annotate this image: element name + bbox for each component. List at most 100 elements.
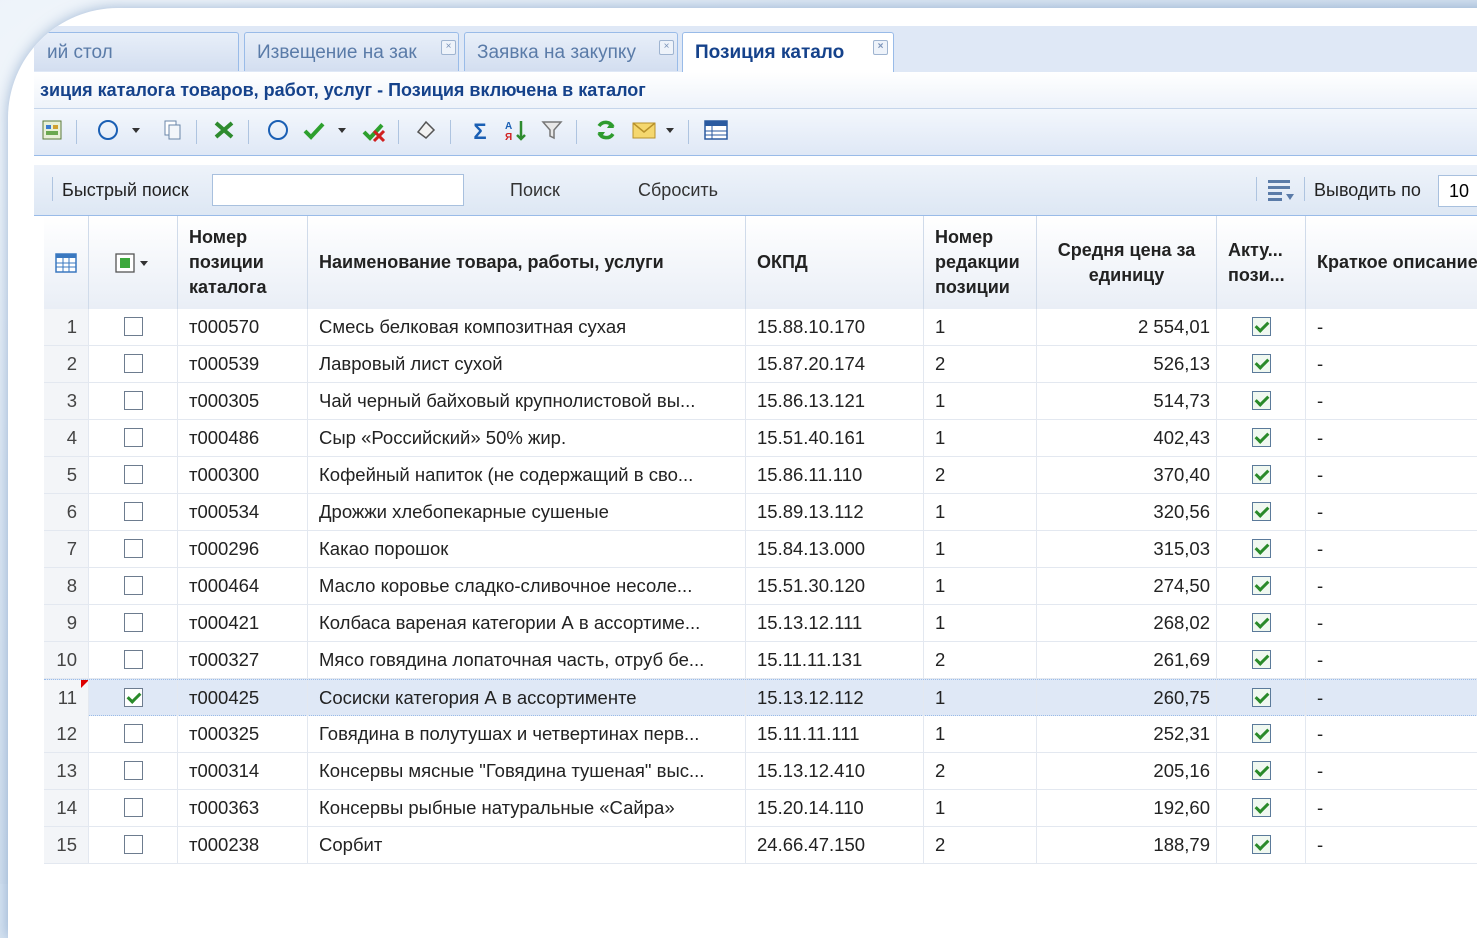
check-icon[interactable] xyxy=(300,118,328,146)
table-row[interactable]: 10 т000327 Мясо говядина лопаточная часть,… xyxy=(44,642,1477,679)
row-number: 11 xyxy=(44,680,89,716)
revision-cell: 1 xyxy=(924,568,1037,604)
select-checkbox[interactable] xyxy=(124,354,143,373)
table-row[interactable]: 7 т000296 Какао порошок 15.84.13.000 1 315,03… xyxy=(44,531,1477,568)
revision-cell: 2 xyxy=(924,457,1037,493)
description-cell: - xyxy=(1306,790,1477,826)
app-content: ий стол Извещение на зак × Заявка на зак… xyxy=(34,26,1477,876)
copy-icon[interactable] xyxy=(158,118,186,146)
select-checkbox[interactable] xyxy=(124,539,143,558)
okpd-cell: 15.89.13.112 xyxy=(746,494,924,530)
table-row[interactable]: 5 т000300 Кофейный напиток (не содержащий … xyxy=(44,457,1477,494)
select-checkbox[interactable] xyxy=(124,798,143,817)
select-checkbox[interactable] xyxy=(124,317,143,336)
select-checkbox[interactable] xyxy=(124,688,143,707)
table-icon[interactable] xyxy=(702,118,730,146)
column-header-description[interactable]: Краткое описание xyxy=(1306,216,1477,309)
table-row[interactable]: 1 т000570 Смесь белковая композитная сухая… xyxy=(44,309,1477,346)
table-row[interactable]: 15 т000238 Сорбит 24.66.47.150 2 188,79 - xyxy=(44,827,1477,864)
position-number-cell: т000238 xyxy=(178,827,308,863)
select-checkbox[interactable] xyxy=(124,576,143,595)
report-icon[interactable] xyxy=(38,118,66,146)
active-checkbox xyxy=(1252,688,1271,707)
select-checkbox[interactable] xyxy=(124,465,143,484)
circle-icon[interactable] xyxy=(94,118,122,146)
row-number: 12 xyxy=(44,716,89,752)
column-header-avg-price[interactable]: Средня цена за единицу xyxy=(1037,216,1217,309)
okpd-cell: 15.11.11.111 xyxy=(746,716,924,752)
quick-search-input[interactable] xyxy=(212,174,464,206)
row-checkbox xyxy=(89,531,178,567)
row-checkbox xyxy=(89,605,178,641)
table-row[interactable]: 11 т000425 Сосиски категория А в ассортиме… xyxy=(44,679,1477,716)
toolbar-separator xyxy=(76,120,77,144)
filter-icon[interactable] xyxy=(538,118,566,146)
item-name-cell: Сыр «Российский» 50% жир. xyxy=(308,420,746,456)
select-checkbox[interactable] xyxy=(124,391,143,410)
sort-icon[interactable]: AЯ xyxy=(502,118,530,146)
tab-label: Заявка на закупку xyxy=(477,42,636,63)
tab-catalog-position[interactable]: Позиция катало × xyxy=(682,32,894,73)
close-icon[interactable]: × xyxy=(441,40,456,55)
reset-button[interactable]: Сбросить xyxy=(638,180,718,201)
eraser-icon[interactable] xyxy=(412,118,440,146)
okpd-cell: 15.51.40.161 xyxy=(746,420,924,456)
chevron-down-icon[interactable] xyxy=(338,128,346,133)
tab-purchase-request[interactable]: Заявка на закупку × xyxy=(464,32,678,71)
table-row[interactable]: 9 т000421 Колбаса вареная категории А в ас… xyxy=(44,605,1477,642)
uncheck-icon[interactable] xyxy=(360,118,388,146)
search-button[interactable]: Поиск xyxy=(510,180,560,201)
circle-icon[interactable] xyxy=(264,118,292,146)
grid-settings-icon[interactable] xyxy=(44,216,89,309)
toolbar-separator xyxy=(1304,177,1305,201)
item-name-cell: Смесь белковая композитная сухая xyxy=(308,309,746,345)
column-header-okpd[interactable]: ОКПД xyxy=(746,216,924,309)
svg-text:Я: Я xyxy=(505,132,512,142)
mail-icon[interactable] xyxy=(630,118,658,146)
position-number-cell: т000486 xyxy=(178,420,308,456)
page-size-input[interactable]: 10 xyxy=(1438,175,1477,207)
position-number-cell: т000421 xyxy=(178,605,308,641)
row-number: 14 xyxy=(44,790,89,826)
table-row[interactable]: 14 т000363 Консервы рыбные натуральные «Са… xyxy=(44,790,1477,827)
row-checkbox xyxy=(89,420,178,456)
revision-cell: 2 xyxy=(924,642,1037,678)
table-row[interactable]: 2 т000539 Лавровый лист сухой 15.87.20.174 2… xyxy=(44,346,1477,383)
row-number: 9 xyxy=(44,605,89,641)
table-row[interactable]: 13 т000314 Консервы мясные "Говядина тушен… xyxy=(44,753,1477,790)
tab-notice[interactable]: Извещение на зак × xyxy=(244,32,459,71)
table-row[interactable]: 6 т000534 Дрожжи хлебопекарные сушеные 15.8… xyxy=(44,494,1477,531)
chevron-down-icon[interactable] xyxy=(132,128,140,133)
select-checkbox[interactable] xyxy=(124,761,143,780)
column-header-name[interactable]: Наименование товара, работы, услуги xyxy=(308,216,746,309)
select-checkbox[interactable] xyxy=(124,724,143,743)
column-header-position-number[interactable]: Номер позиции каталога xyxy=(178,216,308,309)
sum-icon[interactable]: Σ xyxy=(466,118,494,146)
select-checkbox[interactable] xyxy=(124,428,143,447)
select-checkbox[interactable] xyxy=(124,613,143,632)
tab-desktop[interactable]: ий стол xyxy=(34,32,239,71)
select-all-checkbox[interactable] xyxy=(89,216,178,309)
excel-icon[interactable] xyxy=(210,118,238,146)
row-checkbox xyxy=(89,309,178,345)
columns-settings-icon[interactable] xyxy=(1266,176,1296,204)
select-checkbox[interactable] xyxy=(124,835,143,854)
select-checkbox[interactable] xyxy=(124,502,143,521)
close-icon[interactable]: × xyxy=(873,40,888,55)
chevron-down-icon[interactable] xyxy=(666,128,674,133)
table-row[interactable]: 3 т000305 Чай черный байховый крупнолистов… xyxy=(44,383,1477,420)
active-checkbox xyxy=(1252,502,1271,521)
avg-price-cell: 526,13 xyxy=(1037,346,1217,382)
column-header-revision[interactable]: Номер редакции позиции xyxy=(924,216,1037,309)
select-checkbox[interactable] xyxy=(124,650,143,669)
close-icon[interactable]: × xyxy=(659,40,674,55)
table-row[interactable]: 8 т000464 Масло коровье сладко-сливочное н… xyxy=(44,568,1477,605)
column-header-active[interactable]: Акту... пози... xyxy=(1217,216,1306,309)
position-number-cell: т000363 xyxy=(178,790,308,826)
refresh-icon[interactable] xyxy=(592,118,620,146)
row-number: 13 xyxy=(44,753,89,789)
dirty-marker xyxy=(81,680,88,688)
table-row[interactable]: 12 т000325 Говядина в полутушах и четверти… xyxy=(44,716,1477,753)
table-row[interactable]: 4 т000486 Сыр «Российский» 50% жир. 15.51.4… xyxy=(44,420,1477,457)
active-cell xyxy=(1217,642,1306,678)
